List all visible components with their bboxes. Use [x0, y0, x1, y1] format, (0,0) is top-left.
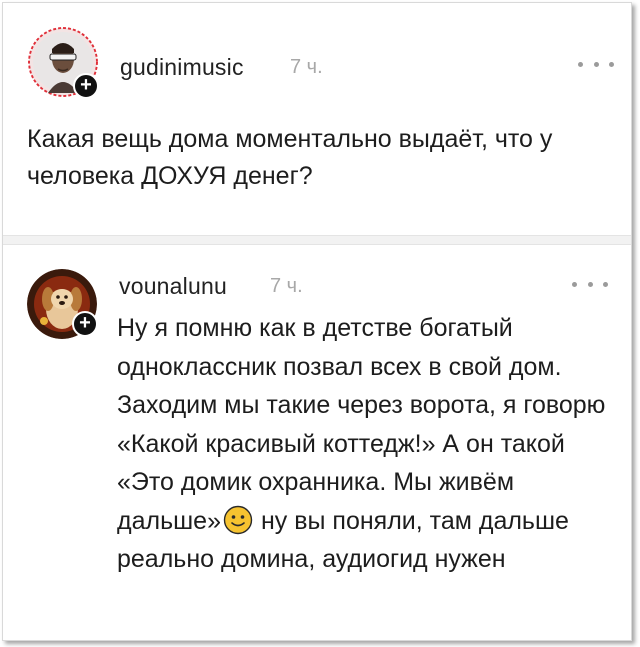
- comment-timestamp: 7 ч.: [270, 275, 303, 297]
- comment-card: + vounalunu 7 ч. Ну я помню как в детств…: [3, 245, 631, 640]
- post-author-name[interactable]: gudinimusic: [120, 54, 244, 81]
- post-card: + gudinimusic 7 ч. Какая вещь дома момен…: [3, 3, 631, 235]
- comment-text: Ну я помню как в детстве богатый однокла…: [117, 309, 607, 579]
- follow-plus-icon[interactable]: +: [72, 311, 98, 337]
- comment-text-part-1: Ну я помню как в детстве богатый однокла…: [117, 314, 606, 535]
- post-timestamp: 7 ч.: [290, 56, 323, 78]
- screenshot-frame: + gudinimusic 7 ч. Какая вещь дома момен…: [2, 2, 632, 641]
- comment-more-dots-icon[interactable]: [572, 279, 608, 289]
- post-text: Какая вещь дома моментально выдаёт, что …: [27, 125, 553, 190]
- follow-plus-icon[interactable]: +: [73, 73, 99, 99]
- comment-author-name[interactable]: vounalunu: [119, 273, 227, 300]
- slightly-smiling-face-icon: [223, 505, 253, 535]
- section-divider: [3, 235, 631, 245]
- post-more-dots-icon[interactable]: [578, 59, 614, 69]
